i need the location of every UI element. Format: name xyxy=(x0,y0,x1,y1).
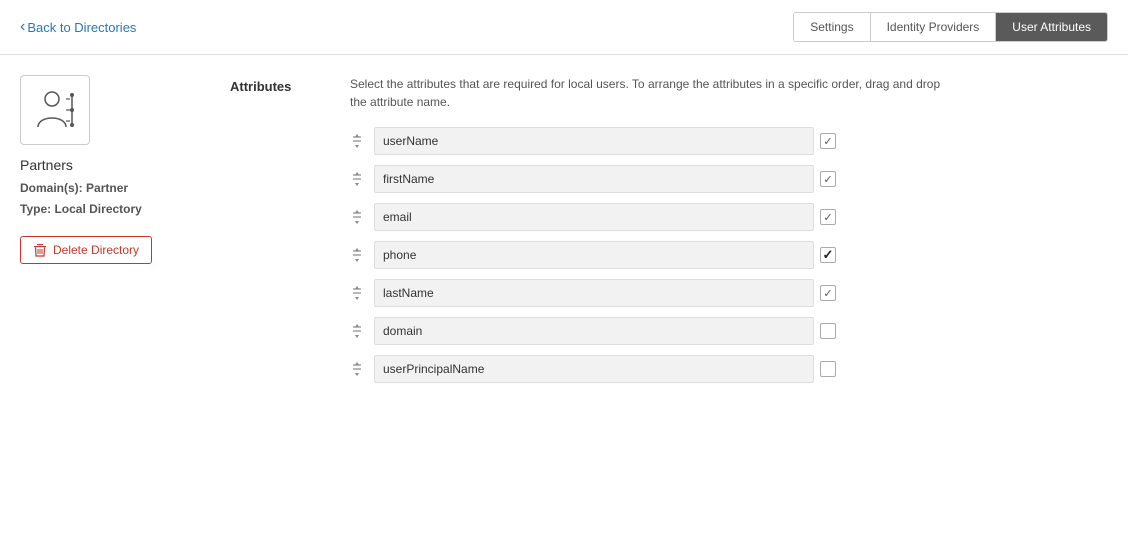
directory-icon xyxy=(20,75,90,145)
domains-meta: Domain(s): Partner xyxy=(20,179,200,197)
type-meta: Type: Local Directory xyxy=(20,200,200,218)
drag-handle-icon[interactable] xyxy=(350,132,368,150)
attribute-name-input[interactable] xyxy=(374,317,814,345)
tab-user-attributes[interactable]: User Attributes xyxy=(996,13,1107,41)
drag-handle-icon[interactable] xyxy=(350,284,368,302)
attribute-name-input[interactable] xyxy=(374,241,814,269)
sidebar: Partners Domain(s): Partner Type: Local … xyxy=(20,75,200,393)
attribute-row xyxy=(350,241,1078,269)
type-value: Local Directory xyxy=(54,202,141,216)
attributes-description: Select the attributes that are required … xyxy=(350,75,950,111)
tab-settings[interactable]: Settings xyxy=(794,13,870,41)
delete-button-label: Delete Directory xyxy=(53,243,139,257)
main-content: Partners Domain(s): Partner Type: Local … xyxy=(0,55,1128,413)
attribute-checkbox[interactable] xyxy=(820,247,836,263)
attribute-checkbox[interactable] xyxy=(820,361,836,377)
tab-bar: Settings Identity Providers User Attribu… xyxy=(793,12,1108,42)
attribute-name-input[interactable] xyxy=(374,279,814,307)
drag-handle-icon[interactable] xyxy=(350,208,368,226)
header: Back to Directories Settings Identity Pr… xyxy=(0,0,1128,55)
attribute-row xyxy=(350,127,1078,155)
attributes-section: Attributes Select the attributes that ar… xyxy=(230,75,1078,393)
directory-name: Partners xyxy=(20,157,200,173)
attribute-checkbox[interactable] xyxy=(820,323,836,339)
back-to-directories-link[interactable]: Back to Directories xyxy=(20,18,136,36)
attribute-name-input[interactable] xyxy=(374,203,814,231)
drag-handle-icon[interactable] xyxy=(350,246,368,264)
delete-directory-button[interactable]: Delete Directory xyxy=(20,236,152,264)
attributes-content: Attributes Select the attributes that ar… xyxy=(200,75,1108,393)
trash-icon xyxy=(33,243,47,257)
domains-label: Domain(s): xyxy=(20,181,83,195)
attribute-name-input[interactable] xyxy=(374,127,814,155)
attribute-name-input[interactable] xyxy=(374,165,814,193)
attribute-name-input[interactable] xyxy=(374,355,814,383)
attribute-row xyxy=(350,317,1078,345)
drag-handle-icon[interactable] xyxy=(350,360,368,378)
attribute-row xyxy=(350,279,1078,307)
attribute-checkbox[interactable] xyxy=(820,171,836,187)
drag-handle-icon[interactable] xyxy=(350,170,368,188)
attributes-body: Select the attributes that are required … xyxy=(350,75,1078,393)
attribute-row xyxy=(350,203,1078,231)
tab-identity-providers[interactable]: Identity Providers xyxy=(871,13,997,41)
domains-value: Partner xyxy=(86,181,128,195)
type-label: Type: xyxy=(20,202,51,216)
attribute-checkbox[interactable] xyxy=(820,209,836,225)
attribute-checkbox[interactable] xyxy=(820,133,836,149)
attribute-row xyxy=(350,165,1078,193)
drag-handle-icon[interactable] xyxy=(350,322,368,340)
attribute-checkbox[interactable] xyxy=(820,285,836,301)
attributes-label: Attributes xyxy=(230,75,310,393)
attributes-list xyxy=(350,127,1078,383)
attribute-row xyxy=(350,355,1078,383)
